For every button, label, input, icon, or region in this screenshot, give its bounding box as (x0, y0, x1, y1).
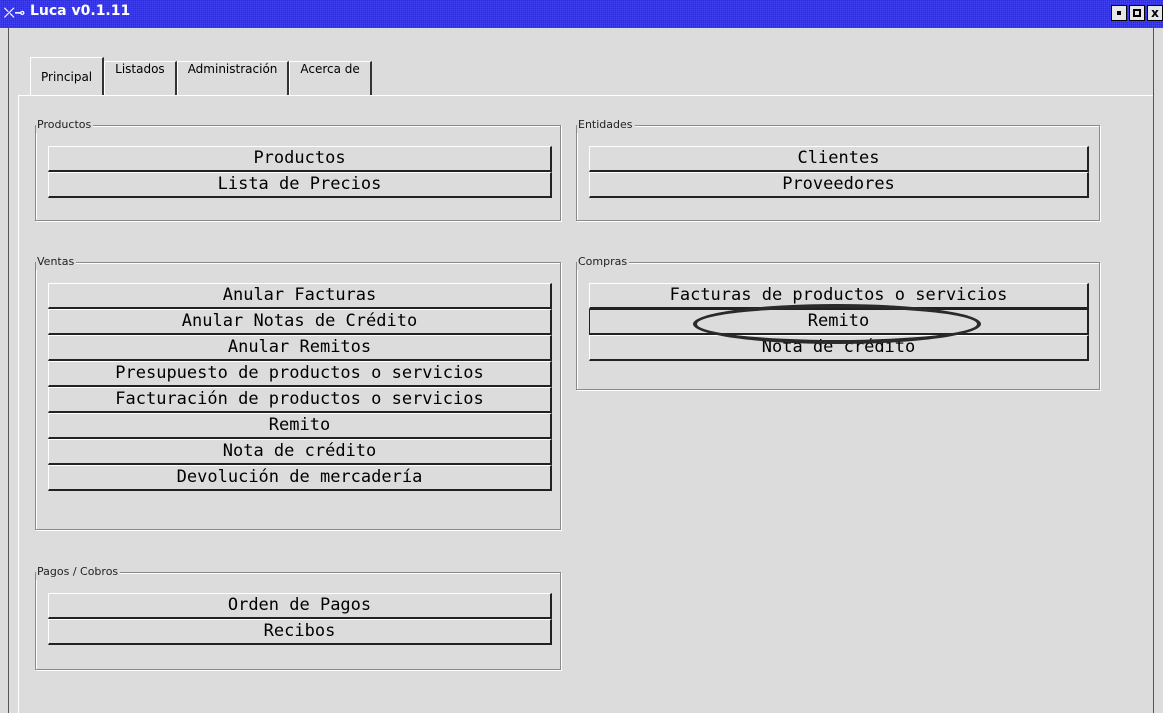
tab-administracion[interactable]: Administración (176, 61, 290, 96)
maximize-button[interactable] (1129, 5, 1145, 21)
group-entidades: Entidades Clientes Proveedores (576, 117, 1100, 221)
presupuesto-button[interactable]: Presupuesto de productos o servicios (48, 361, 552, 387)
tab-acerca-de[interactable]: Acerca de (289, 61, 372, 96)
group-compras: Compras Facturas de productos o servicio… (576, 254, 1100, 390)
productos-buttons: Productos Lista de Precios (48, 146, 552, 198)
productos-button[interactable]: Productos (48, 146, 552, 172)
anular-facturas-button[interactable]: Anular Facturas (48, 283, 552, 309)
window-left-border (0, 28, 9, 713)
anular-remitos-button[interactable]: Anular Remitos (48, 335, 552, 361)
ventas-remito-button[interactable]: Remito (48, 413, 552, 439)
compras-nota-de-credito-button[interactable]: Nota de crédito (589, 335, 1089, 361)
facturas-de-productos-button[interactable]: Facturas de productos o servicios (589, 283, 1089, 309)
pagos-buttons: Orden de Pagos Recibos (48, 593, 552, 645)
compras-buttons: Facturas de productos o servicios Remito… (589, 283, 1089, 361)
ventas-nota-de-credito-button[interactable]: Nota de crédito (48, 439, 552, 465)
group-title-compras: Compras (577, 254, 630, 270)
group-title-productos: Productos (36, 117, 94, 133)
devolucion-de-mercaderia-button[interactable]: Devolución de mercadería (48, 465, 552, 491)
orden-de-pagos-button[interactable]: Orden de Pagos (48, 593, 552, 619)
facturacion-button[interactable]: Facturación de productos o servicios (48, 387, 552, 413)
tab-bar: Principal Listados Administración Acerca… (30, 57, 372, 96)
entidades-buttons: Clientes Proveedores (589, 146, 1089, 198)
window-controls: x (1111, 5, 1163, 23)
ventas-buttons: Anular Facturas Anular Notas de Crédito … (48, 283, 552, 491)
group-ventas: Ventas Anular Facturas Anular Notas de C… (35, 254, 561, 530)
clientes-button[interactable]: Clientes (589, 146, 1089, 172)
minimize-button[interactable] (1111, 5, 1127, 21)
title-bar[interactable]: ⤫⊸ Luca v0.1.11 x (0, 0, 1163, 28)
group-title-ventas: Ventas (36, 254, 77, 270)
window-title: Luca v0.1.11 (30, 3, 131, 19)
tab-listados[interactable]: Listados (104, 61, 177, 96)
proveedores-button[interactable]: Proveedores (589, 172, 1089, 198)
group-pagos-cobros: Pagos / Cobros Orden de Pagos Recibos (35, 564, 561, 670)
window-right-border (1153, 28, 1163, 713)
group-productos: Productos Productos Lista de Precios (35, 117, 561, 221)
tab-principal[interactable]: Principal (30, 57, 105, 96)
compras-remito-button[interactable]: Remito (589, 309, 1089, 335)
group-title-entidades: Entidades (577, 117, 635, 133)
recibos-button[interactable]: Recibos (48, 619, 552, 645)
main-window: ⤫⊸ Luca v0.1.11 x Principal Listados Adm… (0, 0, 1163, 713)
close-button[interactable]: x (1147, 5, 1163, 21)
group-title-pagos-cobros: Pagos / Cobros (36, 564, 121, 580)
lista-de-precios-button[interactable]: Lista de Precios (48, 172, 552, 198)
anular-notas-de-credito-button[interactable]: Anular Notas de Crédito (48, 309, 552, 335)
app-icon[interactable]: ⤫⊸ (4, 4, 28, 24)
